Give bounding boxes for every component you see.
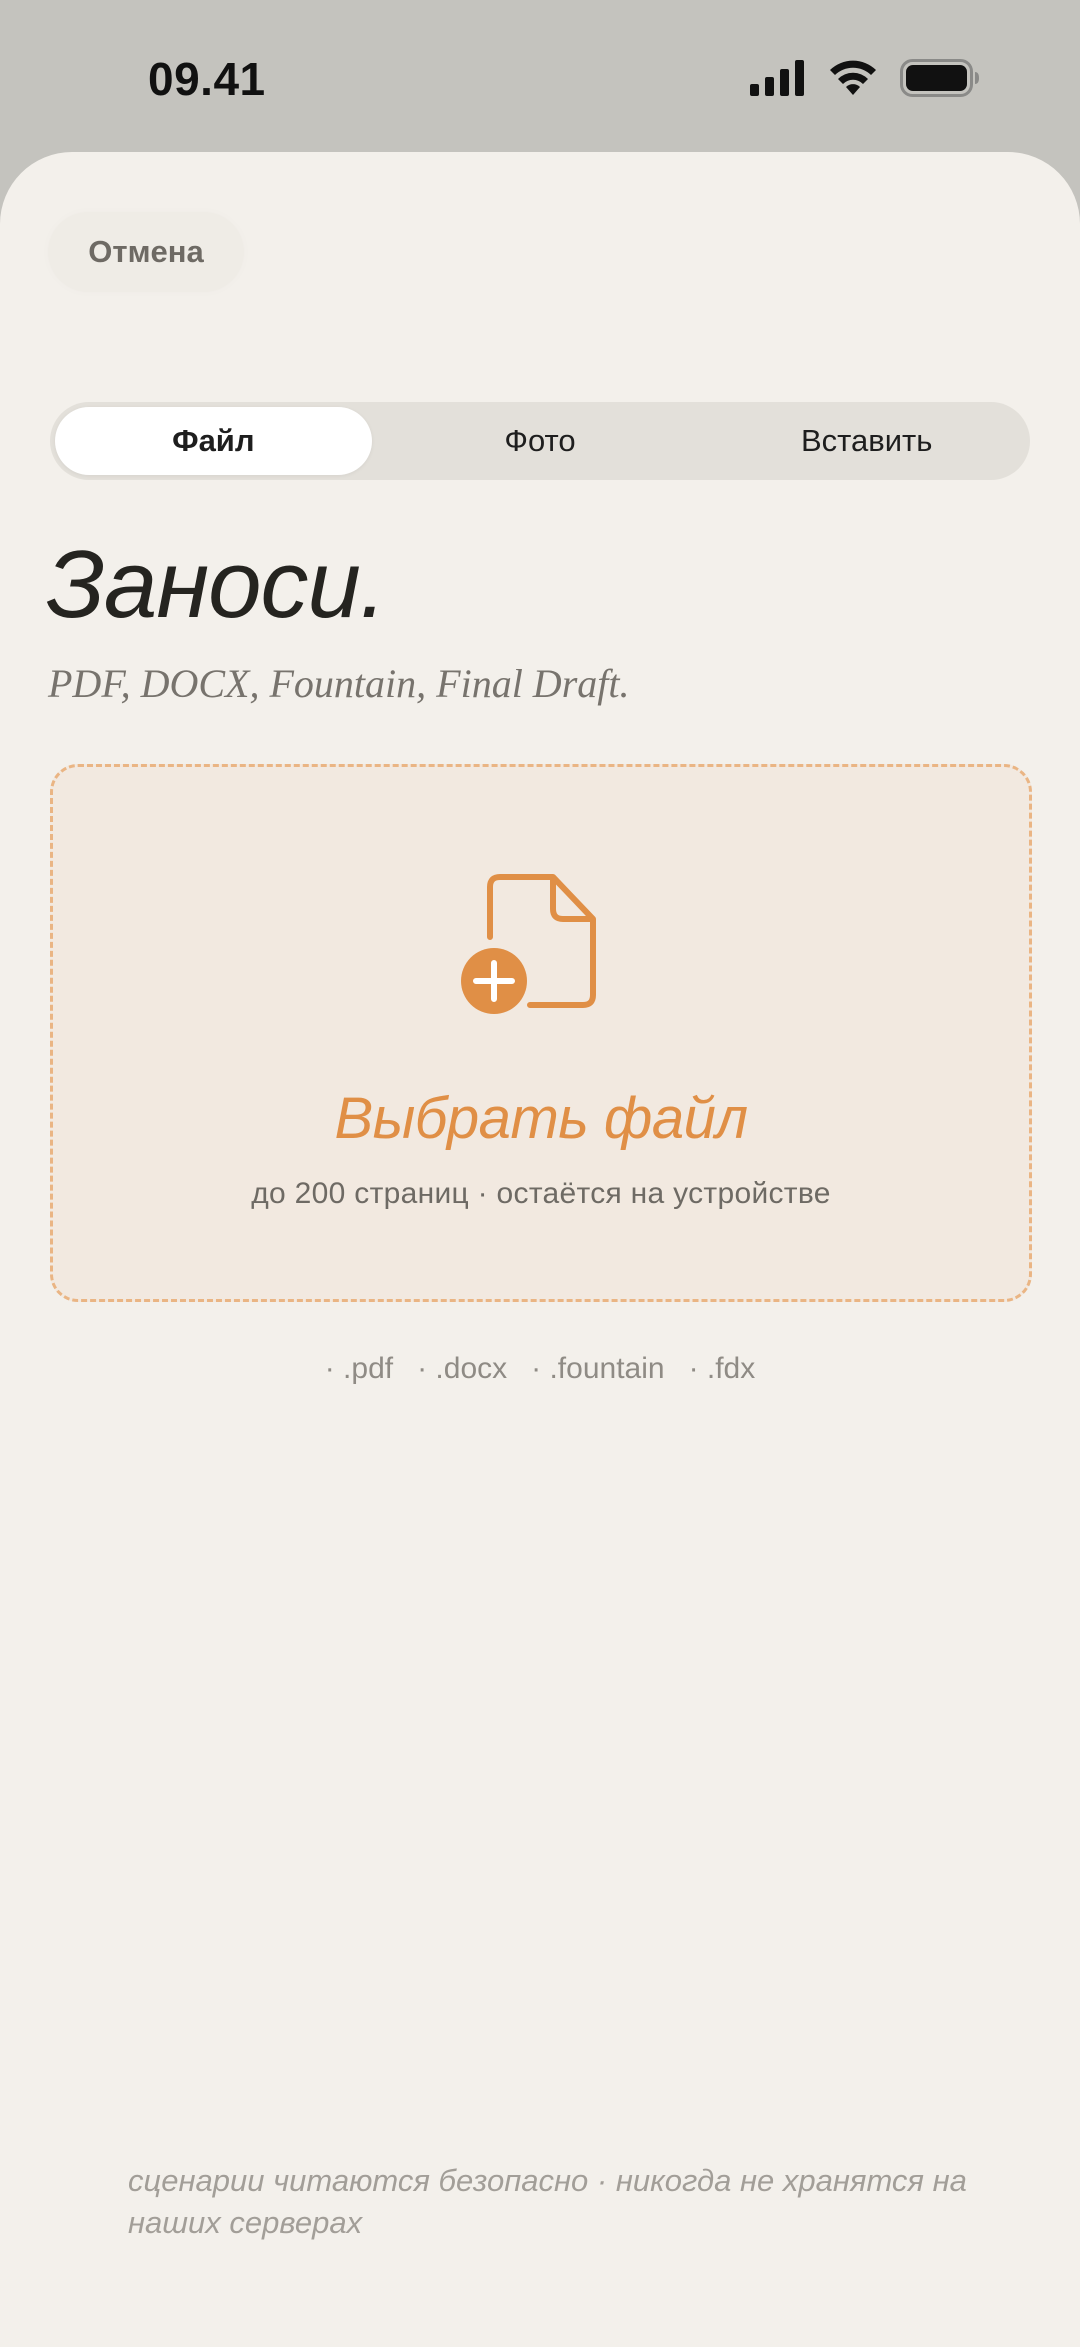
supported-formats-subtitle: PDF, DOCX, Fountain, Final Draft.: [48, 661, 630, 706]
format-fountain: · .fountain: [531, 1352, 665, 1385]
import-sheet: Отмена Файл Фото Вставить Заноси. PDF, D…: [0, 152, 1080, 2347]
tab-paste[interactable]: Вставить: [708, 407, 1025, 475]
privacy-footnote: сценарии читаются безопасно · никогда не…: [128, 2163, 967, 2240]
dropzone-hint: до 200 страниц · остаётся на устройстве: [251, 1177, 831, 1210]
format-fdx: · .fdx: [688, 1352, 756, 1385]
tab-photo[interactable]: Фото: [382, 407, 699, 475]
wifi-icon: [828, 59, 878, 102]
status-time: 09.41: [148, 53, 266, 105]
source-segmented-control: Файл Фото Вставить: [50, 402, 1030, 480]
format-list: · .pdf · .docx · .fountain · .fdx: [0, 1352, 1080, 1386]
status-icons: [750, 58, 980, 102]
cancel-button[interactable]: Отмена: [48, 212, 244, 292]
choose-file-label: Выбрать файл: [334, 1086, 748, 1151]
battery-icon: [900, 58, 980, 102]
format-docx: · .docx: [417, 1352, 508, 1385]
file-dropzone[interactable]: Выбрать файл до 200 страниц · остаётся н…: [50, 764, 1032, 1302]
page-title: Заноси.: [46, 531, 387, 638]
cellular-signal-icon: [750, 59, 806, 101]
tab-file[interactable]: Файл: [55, 407, 372, 475]
format-pdf: · .pdf: [324, 1352, 394, 1385]
status-bar: 09.41: [0, 0, 1080, 152]
file-plus-icon: [458, 867, 608, 1017]
